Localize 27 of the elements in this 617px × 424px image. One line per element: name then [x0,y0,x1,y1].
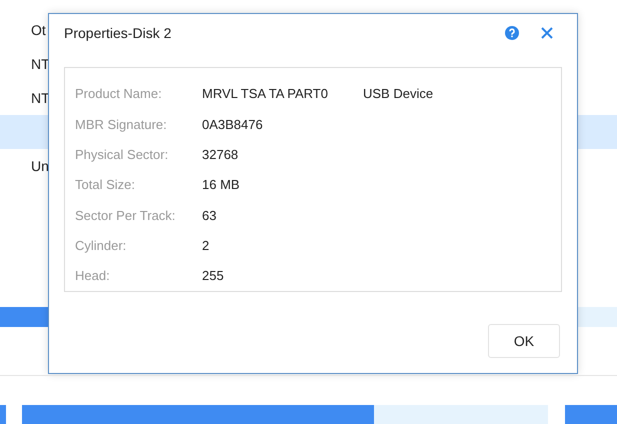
property-value: 63 [202,206,216,225]
partition-label: Un [31,156,49,176]
partition-label: Ot [31,20,46,40]
help-icon[interactable] [505,26,519,40]
property-label: Product Name: [75,85,163,104]
ok-button[interactable]: OK [488,324,560,358]
usage-bar [578,307,617,327]
property-value: MRVL TSA TA PART0 [202,85,329,104]
property-value: 32768 [202,146,238,164]
partition-label: NT [31,54,50,74]
property-label: Sector Per Track: [75,206,176,225]
usage-bar [565,405,617,424]
usage-bar [0,307,48,327]
usage-bar [0,405,6,424]
property-value: USB Device [363,85,434,104]
property-value: 0A3B8476 [202,116,263,134]
partition-label: NT [31,88,50,108]
close-icon[interactable] [541,27,553,39]
property-label: Head: [75,267,111,286]
dialog-title: Properties-Disk 2 [64,24,172,43]
property-value: 2 [202,236,210,255]
property-label: Physical Sector: [75,146,170,164]
property-value: 16 MB [202,176,240,194]
property-label: MBR Signature: [75,116,168,134]
property-label: Total Size: [75,176,136,194]
property-label: Cylinder: [75,236,128,255]
property-value: 255 [202,267,224,286]
